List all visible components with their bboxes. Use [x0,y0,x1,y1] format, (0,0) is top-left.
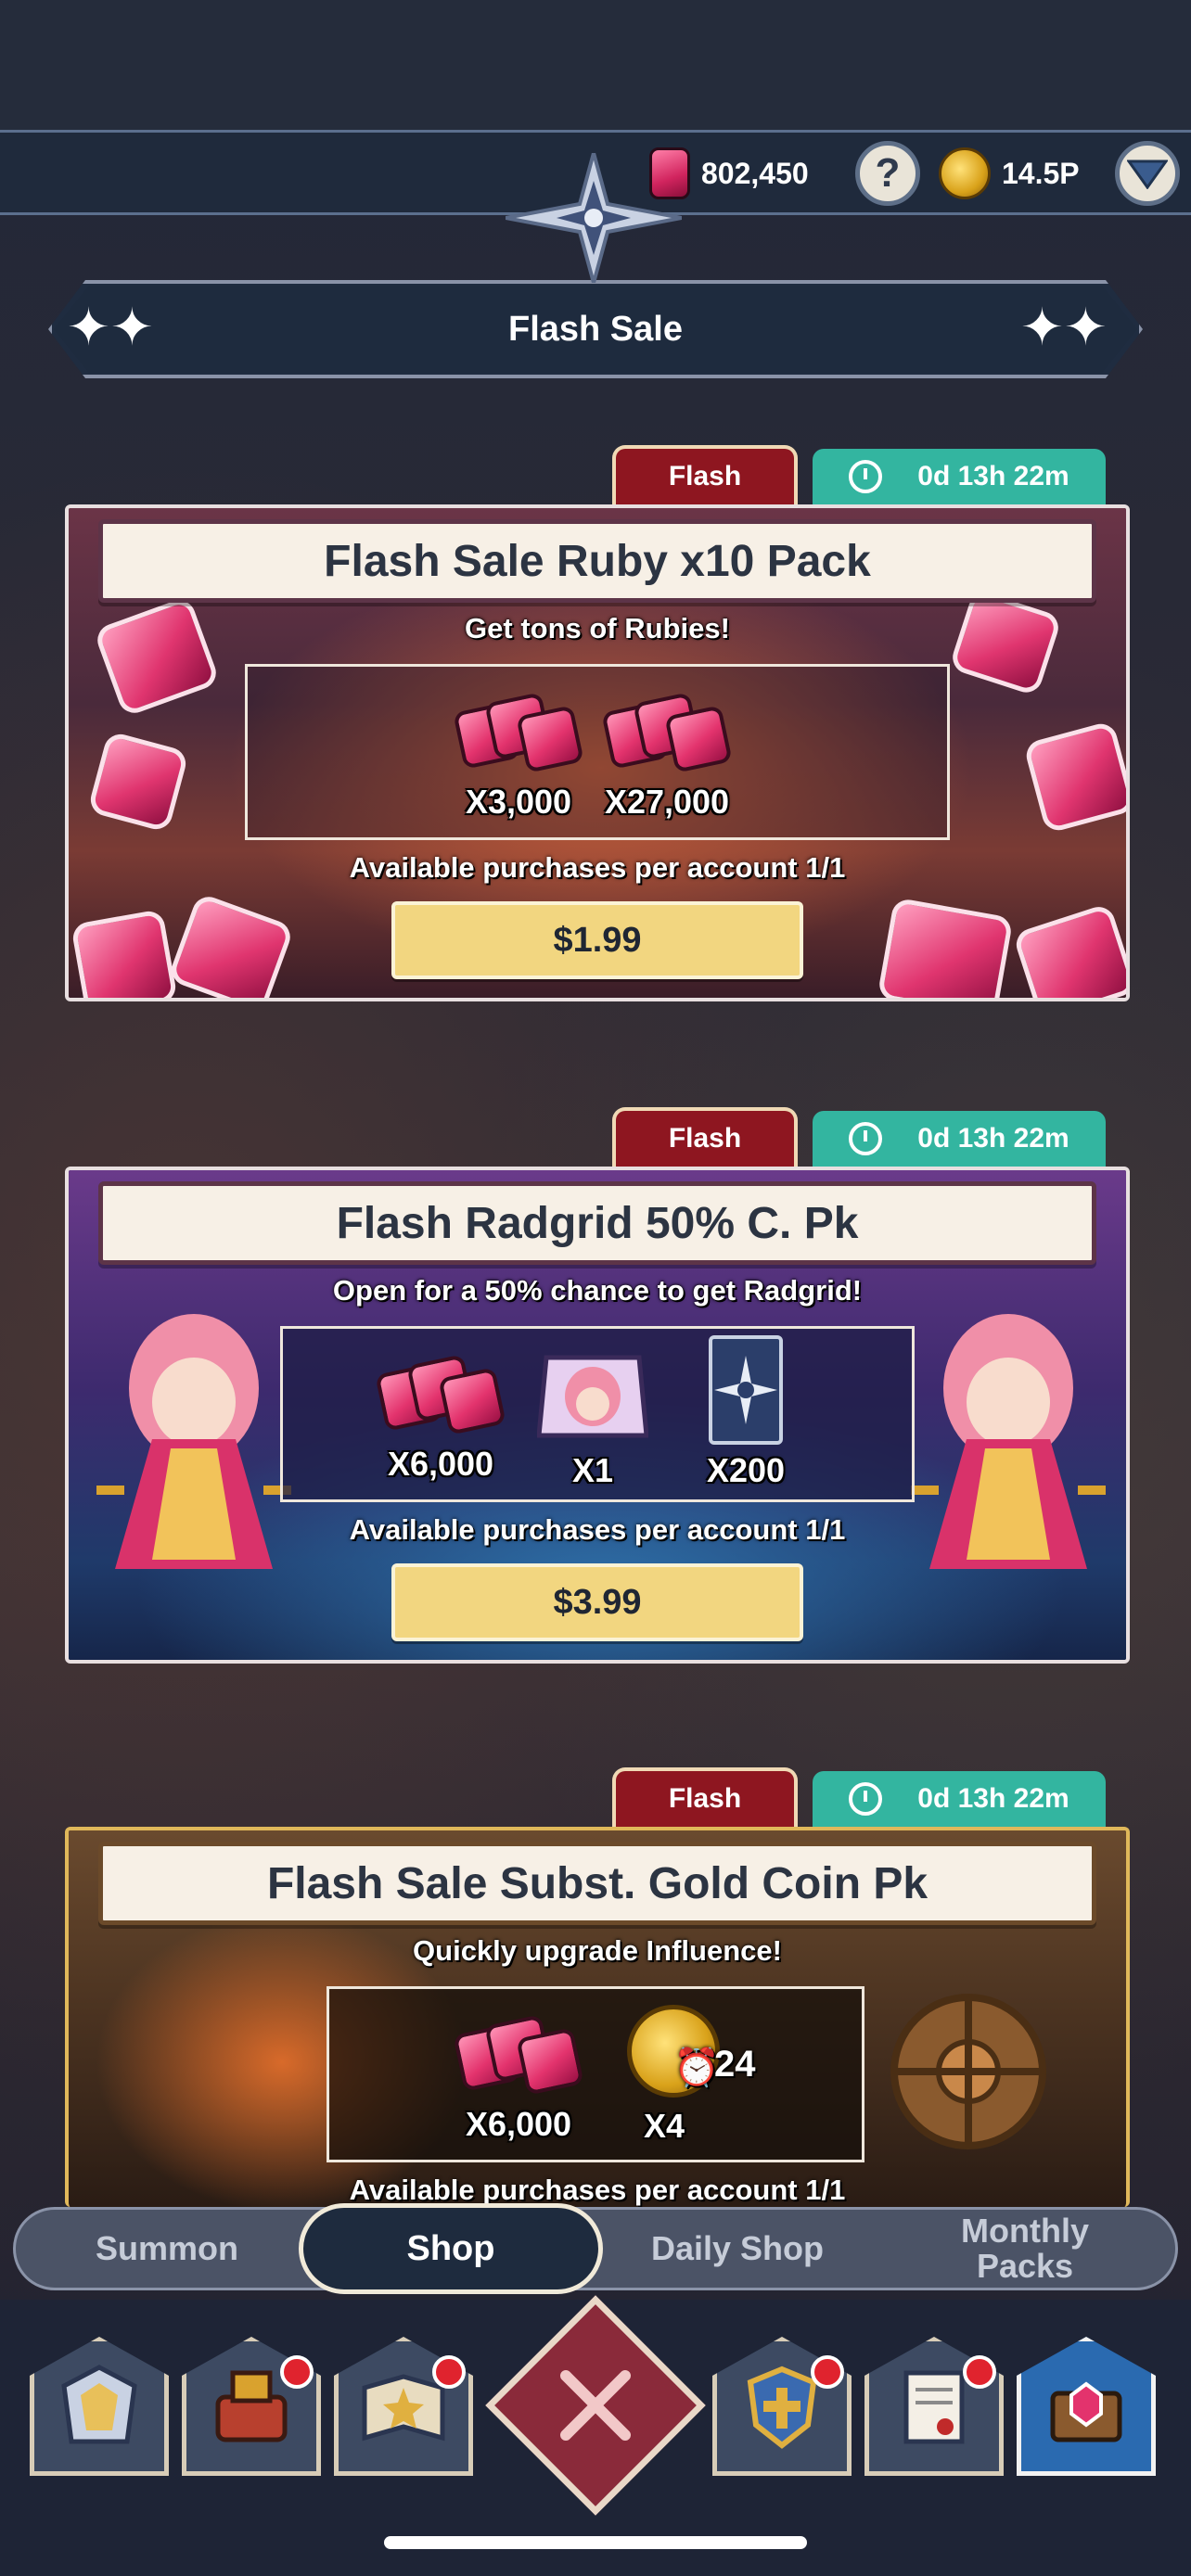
notification-badge [963,2355,996,2389]
tab-label-line: Packs [976,2247,1074,2285]
page-title: Flash Sale [508,309,683,349]
status-bar [0,0,1191,130]
offer-title: Flash Radgrid 50% C. Pk [98,1181,1096,1265]
ruby-decoration-icon [70,909,178,998]
reward-quantity: X200 [706,1451,786,1489]
reward-item: X3,000 [449,690,588,822]
alarm-clock-icon: ⏰ [673,2047,720,2088]
clock-icon [849,1782,883,1816]
timer-text: 0d 13h 22m [917,461,1069,491]
reward-quantity: X3,000 [465,783,572,821]
timed-gold-coin: ⏰ 24 [608,1999,775,2107]
notification-badge [432,2355,466,2389]
vault-wheel-icon [890,1994,1046,2149]
offer-title: Flash Sale Subst. Gold Coin Pk [98,1842,1096,1925]
reward-item: X1 [532,1339,653,1490]
buy-button[interactable]: $1.99 [391,901,803,979]
reward-item: X200 [690,1333,801,1490]
offer-title: Flash Sale Ruby x10 Pack [98,519,1096,603]
sparkle-right-icon: ✦✦ [1020,298,1108,356]
offer-card-radgrid-pack[interactable]: Flash Radgrid 50% C. Pk Open for a 50% c… [65,1167,1130,1664]
offer-card-gold-coin-pack[interactable]: Flash Sale Subst. Gold Coin Pk Quickly u… [65,1827,1130,2207]
reward-item: X6,000 [371,1352,510,1484]
clock-icon [849,460,883,493]
help-button[interactable]: ? [855,141,920,206]
dropdown-menu-button[interactable] [1115,141,1180,206]
tab-daily-shop[interactable]: Daily Shop [612,2207,863,2290]
flash-tag: Flash [612,1767,798,1827]
gold-amount: 14.5P [1002,156,1080,190]
ruby-pile-icon [371,1352,510,1445]
timer-tag: 0d 13h 22m [813,1771,1106,1827]
offer-subtitle: Open for a 50% chance to get Radgrid! [332,1274,863,1307]
tab-monthly-packs[interactable]: Monthly Packs [890,2207,1159,2290]
timer-text: 0d 13h 22m [917,1123,1069,1154]
reward-quantity: X1 [571,1451,614,1489]
chevron-down-icon [1127,159,1168,189]
offer-card-ruby-pack[interactable]: Flash Sale Ruby x10 Pack Get tons of Rub… [65,504,1130,1001]
timer-tag: 0d 13h 22m [813,1111,1106,1167]
timer-tag: 0d 13h 22m [813,449,1106,504]
clock-icon [849,1122,883,1155]
reward-item: ⏰ 24 X4 [608,1999,775,2146]
ruby-pile-icon [597,690,736,783]
availability-text: Available purchases per account 1/1 [349,1513,846,1546]
tab-summon[interactable]: Summon [37,2207,297,2290]
tab-label-line: Monthly [961,2212,1089,2251]
tab-shop[interactable]: Shop [299,2203,603,2294]
offer-subtitle: Quickly upgrade Influence! [413,1934,782,1967]
buy-button[interactable]: $3.99 [391,1563,803,1641]
reward-quantity: X27,000 [604,783,730,821]
header-banner: Flash Sale [54,286,1137,373]
offer-subtitle: Get tons of Rubies! [465,612,730,644]
card-item-icon [709,1335,783,1445]
flash-tag: Flash [612,445,798,504]
availability-text: Available purchases per account 1/1 [349,2174,846,2206]
sparkle-left-icon: ✦✦ [67,298,154,356]
close-icon [560,2370,631,2441]
armor-icon [48,2355,150,2457]
reward-quantity: X4 [643,2107,685,2145]
gold-coin-icon [939,147,991,199]
notification-badge [280,2355,314,2389]
compass-emblem-icon [506,153,682,283]
timer-text: 0d 13h 22m [917,1783,1069,1814]
home-indicator [384,2536,807,2549]
reward-item: X27,000 [597,690,736,822]
reward-quantity: X6,000 [387,1445,494,1483]
ruby-pile-icon [449,2012,588,2105]
ruby-pile-icon [449,690,588,783]
notification-badge [811,2355,844,2389]
coin-duration: 24 [714,2044,756,2085]
ruby-amount: 802,450 [701,156,809,190]
shop-chest-icon [1035,2355,1137,2457]
gold-currency: 14.5P [939,144,1080,203]
availability-text: Available purchases per account 1/1 [349,851,846,884]
flash-tag: Flash [612,1107,798,1167]
summon-box-icon [536,1355,649,1438]
